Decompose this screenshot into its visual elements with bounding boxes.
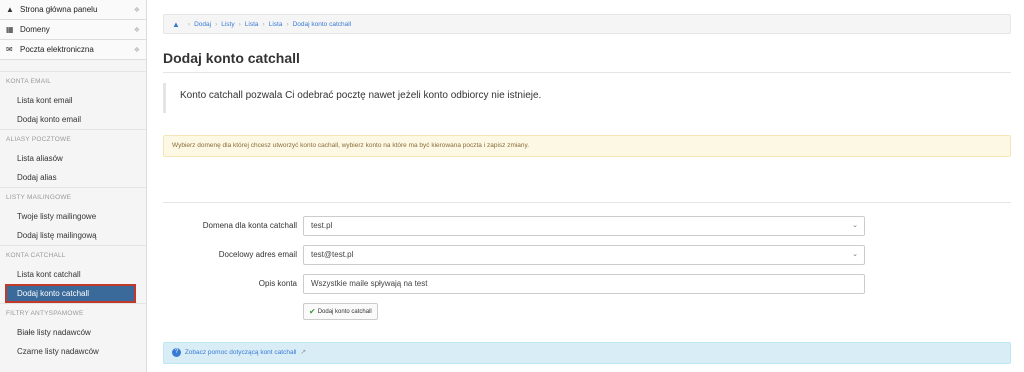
- breadcrumb-separator: ›: [215, 20, 218, 28]
- sidebar: ▲ Strona główna panelu ❖ ▦ Domeny ❖ ✉ Po…: [0, 0, 147, 372]
- breadcrumb-separator: ›: [187, 20, 191, 28]
- home-icon[interactable]: ▲: [172, 20, 180, 29]
- section-header-listy-mailingowe: LISTY MAILINGOWE: [0, 187, 146, 207]
- breadcrumb-item[interactable]: Lista: [269, 21, 283, 28]
- help-link[interactable]: Zobacz pomoc dotyczącą kont catchall: [185, 349, 297, 356]
- sidebar-item-twoje-listy[interactable]: Twoje listy mailingowe: [0, 207, 146, 226]
- divider: [163, 72, 1011, 73]
- add-catchall-button-label: Dodaj konto catchall: [317, 308, 372, 315]
- sidebar-item-dodaj-liste[interactable]: Dodaj listę mailingową: [0, 226, 146, 245]
- domain-value: test.pl: [311, 221, 333, 230]
- sidebar-item-lista-kont-email[interactable]: Lista kont email: [0, 91, 146, 110]
- pin-icon[interactable]: ❖: [134, 26, 140, 34]
- sidebar-item-biale-listy[interactable]: Białe listy nadawców: [0, 323, 146, 342]
- sidebar-item-dodaj-alias[interactable]: Dodaj alias: [0, 168, 146, 187]
- nav-domains[interactable]: ▦ Domeny ❖: [0, 20, 146, 40]
- chevron-down-icon: ⌄: [852, 222, 858, 229]
- section-header-filtry: FILTRY ANTYSPAMOWE: [0, 303, 146, 323]
- section-header-konta-catchall: KONTA CATCHALL: [0, 245, 146, 265]
- external-link-icon: ↗: [300, 349, 307, 356]
- add-catchall-button[interactable]: ✔ Dodaj konto catchall: [303, 303, 378, 320]
- breadcrumb-separator: ›: [262, 20, 265, 28]
- target-label: Docelowy adres email: [218, 250, 297, 259]
- breadcrumb-item[interactable]: Dodaj: [194, 21, 211, 28]
- pin-icon[interactable]: ❖: [134, 46, 140, 54]
- breadcrumb-separator: ›: [238, 20, 241, 28]
- pin-icon[interactable]: ❖: [134, 6, 140, 14]
- desc-label: Opis konta: [258, 279, 297, 288]
- sidebar-item-lista-catchall[interactable]: Lista kont catchall: [0, 265, 146, 284]
- breadcrumb-item[interactable]: Lista: [245, 21, 259, 28]
- desc-row: Opis konta Wszystkie maile spływają na t…: [163, 274, 1011, 294]
- domain-label: Domena dla konta catchall: [202, 221, 297, 230]
- section-header-aliasy: ALIASY POCZTOWE: [0, 129, 146, 149]
- sidebar-item-lista-aliasow[interactable]: Lista aliasów: [0, 149, 146, 168]
- nav-home-label: Strona główna panelu: [20, 5, 98, 14]
- target-row: Docelowy adres email test@test.pl ⌄: [163, 245, 1011, 265]
- breadcrumb-item[interactable]: Listy: [221, 21, 234, 28]
- page-title: Dodaj konto catchall: [163, 50, 300, 66]
- domain-row: Domena dla konta catchall test.pl ⌄: [163, 216, 1011, 236]
- target-value: test@test.pl: [311, 250, 354, 259]
- section-header-konta-email: KONTA EMAIL: [0, 71, 146, 91]
- envelope-icon: ✉: [6, 45, 13, 54]
- breadcrumb-item-current[interactable]: Dodaj konto catchall: [293, 21, 352, 28]
- desc-value: Wszystkie maile spływają na test: [311, 279, 428, 288]
- list-icon: ▦: [6, 25, 14, 34]
- checkmark-icon: ✔: [309, 307, 316, 316]
- nav-email-label: Poczta elektroniczna: [20, 45, 94, 54]
- sidebar-item-dodaj-catchall[interactable]: Dodaj konto catchall: [5, 284, 136, 303]
- main-content: ▲ › Dodaj › Listy › Lista › Lista › Doda…: [147, 0, 1024, 372]
- help-alert: ? Zobacz pomoc dotyczącą kont catchall ↗: [163, 342, 1011, 364]
- page-description: Konto catchall pozwala Ci odebrać pocztę…: [163, 83, 1011, 113]
- sidebar-item-czarne-listy[interactable]: Czarne listy nadawców: [0, 342, 146, 361]
- chevron-down-icon: ⌄: [852, 251, 858, 258]
- nav-email[interactable]: ✉ Poczta elektroniczna ❖: [0, 40, 146, 60]
- help-icon: ?: [172, 347, 181, 357]
- breadcrumb-separator: ›: [286, 20, 289, 28]
- nav-home[interactable]: ▲ Strona główna panelu ❖: [0, 0, 146, 20]
- account-description-input[interactable]: Wszystkie maile spływają na test: [303, 274, 865, 294]
- nav-domains-label: Domeny: [20, 25, 50, 34]
- breadcrumb: ▲ › Dodaj › Listy › Lista › Lista › Doda…: [163, 14, 1011, 34]
- target-email-select[interactable]: test@test.pl ⌄: [303, 245, 865, 265]
- sidebar-item-dodaj-konto-email[interactable]: Dodaj konto email: [0, 110, 146, 129]
- domain-select[interactable]: test.pl ⌄: [303, 216, 865, 236]
- divider: [163, 202, 1011, 203]
- home-icon: ▲: [6, 5, 14, 14]
- warning-alert: Wybierz domenę dla której chcesz utworzy…: [163, 135, 1011, 157]
